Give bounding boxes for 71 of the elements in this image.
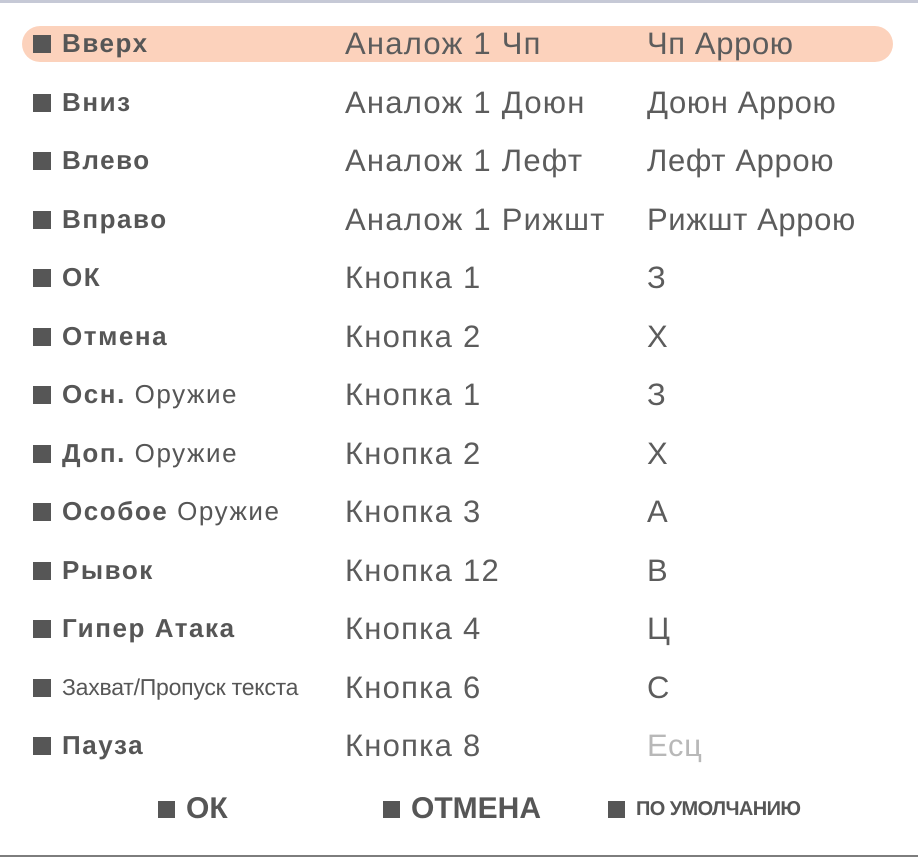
primary-binding: Кнопка 8 [345,728,482,764]
square-bullet-icon [33,386,51,404]
square-bullet-icon [383,800,400,818]
square-bullet-icon [33,328,51,346]
action-label: Вправо [62,204,168,234]
secondary-binding: Рижшт Аррою [647,202,856,238]
square-bullet-icon [608,800,625,818]
primary-binding: Кнопка 2 [345,436,482,472]
square-bullet-icon [158,800,175,818]
secondary-binding: Ц [647,611,671,647]
binding-row[interactable]: Гипер Атака Кнопка 4 Ц [22,611,893,647]
primary-binding: Аналож 1 Рижшт [345,202,606,238]
primary-binding: Кнопка 4 [345,611,482,647]
action-label: Особое Оружие [62,497,281,527]
binding-row[interactable]: ОК Кнопка 1 З [22,260,893,296]
secondary-binding: Чп Аррою [647,26,794,62]
binding-row[interactable]: Вправо Аналож 1 Рижшт Рижшт Аррою [22,202,893,238]
action-label: Осн. Оружие [62,380,238,410]
binding-row[interactable]: Захват/Пропуск текста Кнопка 6 С [22,670,893,706]
secondary-binding: Х [647,318,668,354]
secondary-binding: З [647,377,666,413]
primary-binding: Кнопка 2 [345,318,482,354]
square-bullet-icon [33,35,51,53]
action-label: Пауза [62,731,144,761]
secondary-binding: А [647,494,668,530]
binding-row[interactable]: Пауза Кнопка 8 Есц [22,728,893,764]
action-label: Вниз [62,88,132,118]
action-label: Доп. Оружие [62,438,238,468]
square-bullet-icon [33,737,51,755]
binding-row[interactable]: Вниз Аналож 1 Доюн Доюн Аррою [22,84,893,120]
secondary-binding: Есц [647,728,702,764]
square-bullet-icon [33,94,51,112]
binding-row[interactable]: Отмена Кнопка 2 Х [22,318,893,354]
action-label: Гипер Атака [62,614,236,644]
square-bullet-icon [33,562,51,580]
menu-button[interactable]: ОК [158,792,228,826]
primary-binding: Кнопка 12 [345,552,500,588]
square-bullet-icon [33,620,51,638]
menu-button[interactable]: ПО УМОЛЧАНИЮ [608,798,800,821]
secondary-binding: Х [647,436,668,472]
binding-row[interactable]: Осн. Оружие Кнопка 1 З [22,377,893,413]
secondary-binding: Лефт Аррою [647,143,834,179]
action-label: ОК [62,263,102,293]
primary-binding: Аналож 1 Доюн [345,84,586,120]
primary-binding: Кнопка 1 [345,260,482,296]
secondary-binding: В [647,552,668,588]
action-label: Влево [62,146,151,176]
secondary-binding: З [647,260,666,296]
binding-row[interactable]: Рывок Кнопка 12 В [22,552,893,588]
binding-row[interactable]: Доп. Оружие Кнопка 2 Х [22,436,893,472]
primary-binding: Кнопка 3 [345,494,482,530]
square-bullet-icon [33,503,51,521]
primary-binding: Аналож 1 Лефт [345,143,584,179]
primary-binding: Аналож 1 Чп [345,26,542,62]
primary-binding: Кнопка 6 [345,670,482,706]
square-bullet-icon [33,210,51,228]
square-bullet-icon [33,152,51,170]
secondary-binding: С [647,670,670,706]
menu-button[interactable]: ОТМЕНА [383,792,541,826]
square-bullet-icon [33,678,51,696]
binding-row[interactable]: Особое Оружие Кнопка 3 А [22,494,893,530]
square-bullet-icon [33,444,51,462]
action-label: Рывок [62,556,154,586]
secondary-binding: Доюн Аррою [647,84,836,120]
binding-row[interactable]: Влево Аналож 1 Лефт Лефт Аррою [22,143,893,179]
action-label: Захват/Пропуск текста [62,674,298,701]
square-bullet-icon [33,269,51,287]
action-label: Отмена [62,322,168,352]
action-label: Вверх [62,29,149,59]
binding-row[interactable]: Вверх Аналож 1 Чп Чп Аррою [22,26,893,62]
primary-binding: Кнопка 1 [345,377,482,413]
